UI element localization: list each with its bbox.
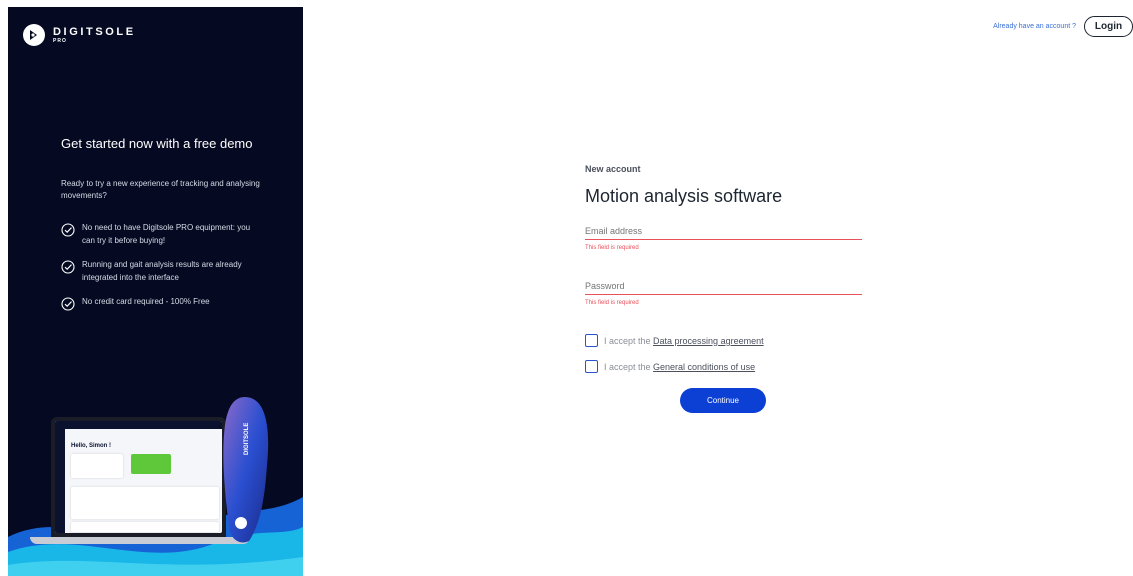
laptop-screen: Hello, Simon ! (51, 417, 226, 537)
password-field: This field is required (585, 276, 862, 306)
insole-image: DIGITSOLE (223, 397, 269, 543)
benefit-item: No credit card required - 100% Free (61, 296, 256, 311)
brand-name: DIGITSOLE (53, 25, 136, 38)
digitsole-logo-icon (23, 24, 45, 46)
form-eyebrow: New account (585, 164, 641, 174)
promo-intro: Ready to try a new experience of trackin… (61, 179, 260, 200)
benefit-text: Running and gait analysis results are al… (82, 260, 242, 282)
benefit-list: No need to have Digitsole PRO equipment:… (61, 222, 256, 323)
accept-prefix: I accept the (604, 335, 654, 346)
check-circle-icon (61, 260, 75, 274)
top-header: Already have an account ? Login (993, 16, 1133, 37)
email-field: This field is required (585, 221, 862, 251)
benefit-text: No need to have Digitsole PRO equipment:… (82, 223, 251, 245)
product-illustration: Hello, Simon ! DIGITSOLE (8, 387, 303, 576)
insole-brand-label: DIGITSOLE (244, 423, 250, 455)
brand-sub: PRO (53, 37, 67, 44)
accept-prefix: I accept the (604, 361, 654, 372)
continue-button[interactable]: Continue (680, 388, 766, 413)
dashboard-greeting: Hello, Simon ! (71, 443, 112, 449)
form-title: Motion analysis software (585, 186, 783, 206)
brand-logo: DIGITSOLE PRO (23, 24, 136, 46)
promo-panel: DIGITSOLE PRO Get started now with a fre… (8, 7, 303, 576)
data-processing-link[interactable]: Data processing agreement (653, 336, 764, 346)
email-input[interactable] (585, 226, 862, 240)
benefit-text: No credit card required - 100% Free (82, 297, 210, 306)
password-input[interactable] (585, 281, 862, 295)
check-circle-icon (61, 297, 75, 311)
general-conditions-checkbox[interactable] (585, 360, 598, 373)
password-error: This field is required (585, 300, 639, 306)
already-account-text: Already have an account ? (993, 23, 1076, 30)
signup-form: New account Motion analysis software Thi… (585, 164, 862, 413)
accept-data-processing[interactable]: I accept the Data processing agreement (585, 334, 862, 347)
email-error: This field is required (585, 245, 639, 251)
promo-headline: Get started now with a free demo (61, 136, 253, 151)
login-button[interactable]: Login (1084, 16, 1133, 37)
benefit-item: No need to have Digitsole PRO equipment:… (61, 222, 256, 247)
check-circle-icon (61, 223, 75, 237)
accept-general-conditions[interactable]: I accept the General conditions of use (585, 360, 862, 373)
data-processing-checkbox[interactable] (585, 334, 598, 347)
benefit-item: Running and gait analysis results are al… (61, 259, 256, 284)
general-conditions-link[interactable]: General conditions of use (653, 362, 755, 372)
